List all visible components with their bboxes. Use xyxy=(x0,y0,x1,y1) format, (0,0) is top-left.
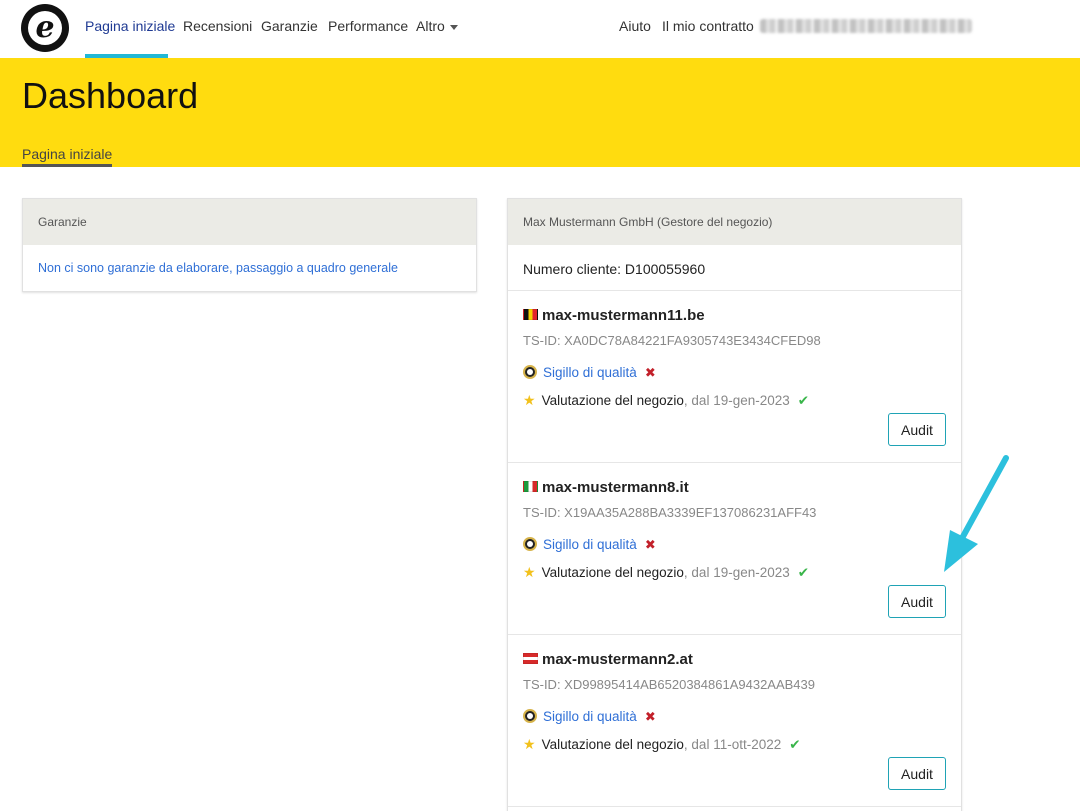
shop-tsid: TS-ID: XD99895414AB6520384861A9432AAB439 xyxy=(523,677,815,692)
top-navbar: e Pagina iniziale Recensioni Garanzie Pe… xyxy=(0,0,1080,58)
nav-performance[interactable]: Performance xyxy=(328,18,408,34)
account-panel: Max Mustermann GmbH (Gestore del negozio… xyxy=(507,198,962,811)
nav-help[interactable]: Aiuto xyxy=(619,18,651,34)
shop-rating-since: , dal 19-gen-2023 xyxy=(683,565,790,580)
star-icon: ★ xyxy=(523,736,536,752)
nav-guarantees[interactable]: Garanzie xyxy=(261,18,318,34)
page-title: Dashboard xyxy=(22,75,199,116)
quality-seal-row: Sigillo di qualità ✖ xyxy=(523,709,656,725)
check-icon: ✔ xyxy=(797,393,810,408)
nav-more-label: Altro xyxy=(416,18,445,34)
trusted-shops-logo[interactable]: e xyxy=(21,4,69,52)
guarantees-panel: Garanzie Non ci sono garanzie da elabora… xyxy=(22,198,477,292)
cross-icon: ✖ xyxy=(644,365,656,380)
guarantees-panel-title: Garanzie xyxy=(23,199,476,245)
shop-rating-label: Valutazione del negozio xyxy=(541,565,684,580)
audit-button[interactable]: Audit xyxy=(888,757,946,790)
shop-tsid: TS-ID: XA0DC78A84221FA9305743E3434CFED98 xyxy=(523,333,821,348)
audit-button[interactable]: Audit xyxy=(888,413,946,446)
belgium-flag-icon xyxy=(523,309,538,320)
quality-seal-row: Sigillo di qualità ✖ xyxy=(523,365,656,381)
page-header: Dashboard Pagina iniziale xyxy=(0,58,1080,167)
quality-seal-link[interactable]: Sigillo di qualità xyxy=(543,365,637,380)
nav-reviews[interactable]: Recensioni xyxy=(183,18,252,34)
chevron-down-icon xyxy=(449,24,458,30)
star-icon: ★ xyxy=(523,392,536,408)
seal-icon xyxy=(523,537,537,551)
nav-home[interactable]: Pagina iniziale xyxy=(85,18,175,34)
seal-icon xyxy=(523,365,537,379)
nav-more[interactable]: Altro xyxy=(416,18,458,34)
shop-rating-row: ★ Valutazione del negozio, dal 19-gen-202… xyxy=(523,392,809,409)
shop-name: max-mustermann8.it xyxy=(523,479,689,496)
shop-tsid: TS-ID: X19AA35A288BA3339EF137086231AFF43 xyxy=(523,505,817,520)
shop-rating-label: Valutazione del negozio xyxy=(541,393,684,408)
subnav-indicator xyxy=(22,164,112,167)
shop-item: max-mustermann11.be TS-ID: XA0DC78A84221… xyxy=(508,291,961,463)
shop-rating-label: Valutazione del negozio xyxy=(541,737,684,752)
user-email-redacted[interactable] xyxy=(760,19,972,33)
check-icon: ✔ xyxy=(797,565,810,580)
shop-rating-row: ★ Valutazione del negozio, dal 11-ott-202… xyxy=(523,736,801,753)
cross-icon: ✖ xyxy=(644,709,656,724)
quality-seal-link[interactable]: Sigillo di qualità xyxy=(543,537,637,552)
shop-rating-since: , dal 11-ott-2022 xyxy=(683,737,782,752)
shop-item: max-mustermann8.it TS-ID: X19AA35A288BA3… xyxy=(508,463,961,635)
customer-number: Numero cliente: D100055960 xyxy=(508,245,961,291)
seal-icon xyxy=(523,709,537,723)
shop-name-text: max-mustermann8.it xyxy=(542,479,689,496)
check-icon: ✔ xyxy=(789,737,801,752)
nav-contract[interactable]: Il mio contratto xyxy=(662,18,754,34)
audit-button[interactable]: Audit xyxy=(888,585,946,618)
quality-seal-row: Sigillo di qualità ✖ xyxy=(523,537,656,553)
account-panel-title: Max Mustermann GmbH (Gestore del negozio… xyxy=(508,199,961,245)
austria-flag-icon xyxy=(523,653,538,664)
shop-name: max-mustermann2.at xyxy=(523,651,693,668)
annotation-arrow-icon xyxy=(944,455,1009,572)
shop-name-text: max-mustermann2.at xyxy=(542,651,693,668)
star-icon: ★ xyxy=(523,564,536,580)
subnav-home[interactable]: Pagina iniziale xyxy=(22,146,112,162)
cross-icon: ✖ xyxy=(644,537,656,552)
shop-name: max-mustermann11.be xyxy=(523,307,705,324)
shop-item: max-mustermann2.at TS-ID: XD99895414AB65… xyxy=(508,635,961,807)
guarantees-overview-link[interactable]: Non ci sono garanzie da elaborare, passa… xyxy=(38,261,398,275)
shop-name-text: max-mustermann11.be xyxy=(542,307,705,324)
logo-letter: e xyxy=(35,10,55,45)
shop-rating-row: ★ Valutazione del negozio, dal 19-gen-202… xyxy=(523,564,809,581)
quality-seal-link[interactable]: Sigillo di qualità xyxy=(543,709,637,724)
shop-rating-since: , dal 19-gen-2023 xyxy=(683,393,790,408)
italy-flag-icon xyxy=(523,481,538,492)
